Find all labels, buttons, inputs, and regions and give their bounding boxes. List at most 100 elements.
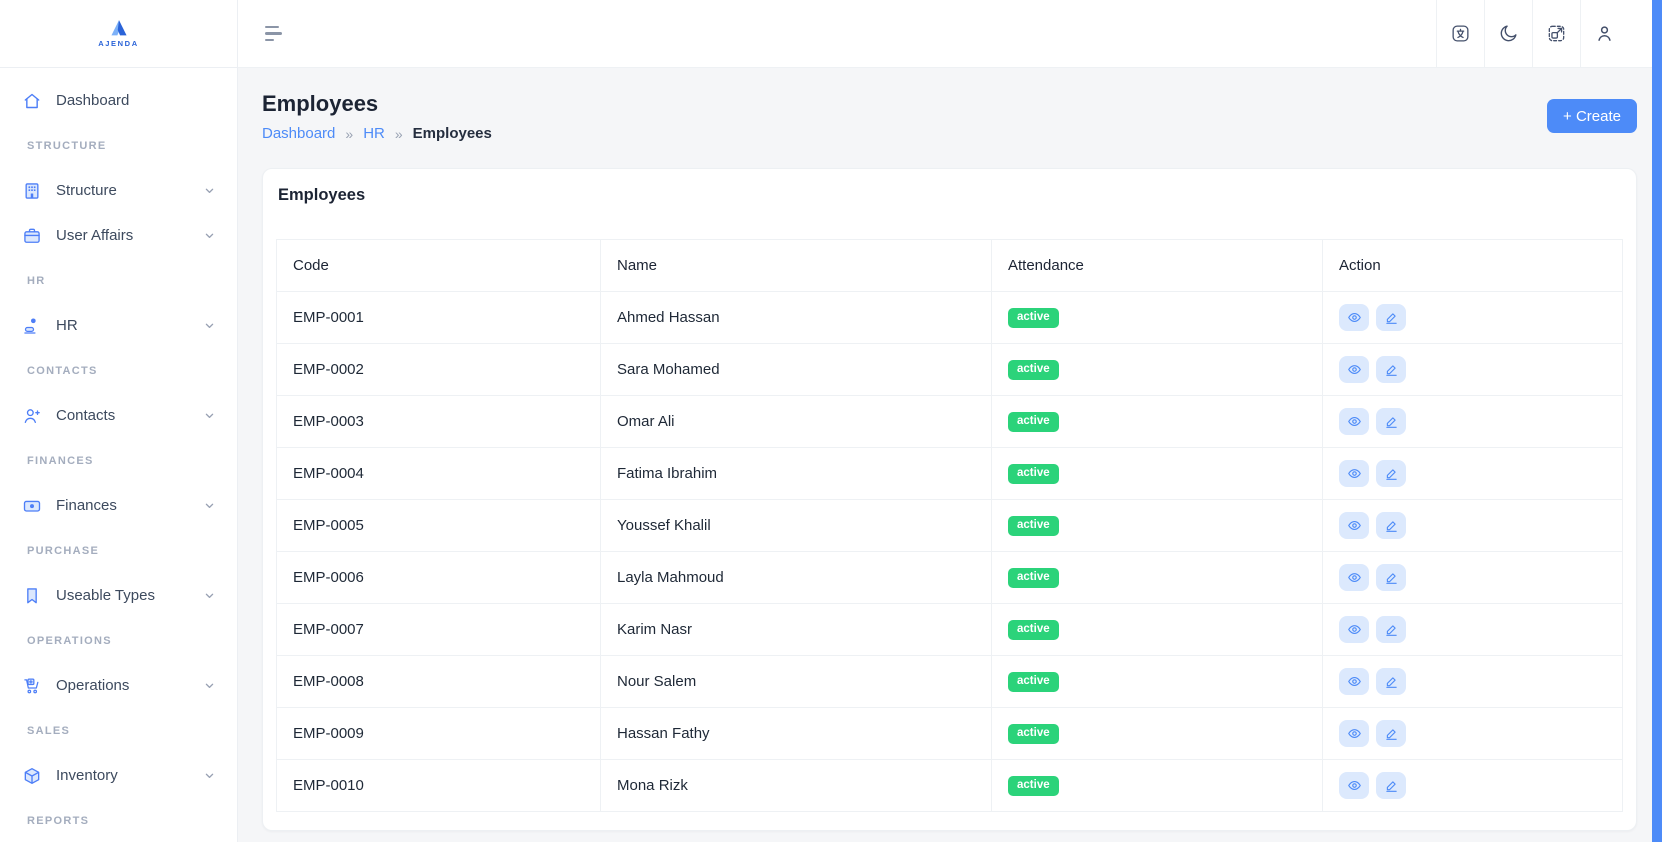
edit-button[interactable]	[1376, 668, 1406, 695]
menu-toggle-button[interactable]	[265, 25, 282, 42]
expand-icon	[1546, 23, 1567, 44]
edit-button[interactable]	[1376, 616, 1406, 643]
sidebar: AJENDA Dashboard STRUCTURE Structure Use…	[0, 0, 238, 842]
cell-action	[1322, 447, 1623, 500]
edit-button[interactable]	[1376, 460, 1406, 487]
cell-name: Omar Ali	[600, 395, 992, 448]
cell-attendance: active	[991, 759, 1323, 812]
user-button[interactable]	[1580, 0, 1628, 67]
cell-action	[1322, 343, 1623, 396]
cell-attendance: active	[991, 603, 1323, 656]
eye-icon	[1347, 310, 1362, 325]
view-button[interactable]	[1339, 304, 1369, 331]
column-header-name: Name	[600, 239, 992, 292]
sidebar-item-contacts[interactable]: Contacts	[0, 393, 237, 438]
edit-button[interactable]	[1376, 772, 1406, 799]
eye-icon	[1347, 622, 1362, 637]
person-desk-icon	[22, 316, 42, 336]
brand-logo[interactable]: AJENDA	[0, 0, 237, 68]
breadcrumb-current: Employees	[412, 125, 492, 142]
cell-attendance: active	[991, 707, 1323, 760]
translate-button[interactable]	[1436, 0, 1484, 67]
view-button[interactable]	[1339, 408, 1369, 435]
pencil-icon	[1384, 570, 1399, 585]
edit-button[interactable]	[1376, 564, 1406, 591]
view-button[interactable]	[1339, 616, 1369, 643]
cell-name: Nour Salem	[600, 655, 992, 708]
app-root: AJENDA Dashboard STRUCTURE Structure Use…	[0, 0, 1662, 842]
banknote-icon	[22, 496, 42, 516]
cell-action	[1322, 603, 1623, 656]
edit-button[interactable]	[1376, 408, 1406, 435]
table-row: EMP-0002 Sara Mohamed active	[276, 343, 1623, 396]
translate-icon	[1450, 23, 1471, 44]
view-button[interactable]	[1339, 512, 1369, 539]
cell-name: Karim Nasr	[600, 603, 992, 656]
view-button[interactable]	[1339, 356, 1369, 383]
cell-action	[1322, 395, 1623, 448]
view-button[interactable]	[1339, 772, 1369, 799]
expand-button[interactable]	[1532, 0, 1580, 67]
eye-icon	[1347, 778, 1362, 793]
view-button[interactable]	[1339, 668, 1369, 695]
page-header: Employees Dashboard » HR » Employees + C…	[262, 93, 1637, 142]
pencil-icon	[1384, 622, 1399, 637]
moon-button[interactable]	[1484, 0, 1532, 67]
scrollbar[interactable]	[1652, 0, 1662, 842]
chevron-down-icon	[202, 768, 217, 783]
sidebar-item-dashboard[interactable]: Dashboard	[0, 78, 237, 123]
sidebar-item-useable-types[interactable]: Useable Types	[0, 573, 237, 618]
pencil-icon	[1384, 362, 1399, 377]
breadcrumb-link-hr[interactable]: HR	[363, 125, 385, 142]
table-header-row: Code Name Attendance Action	[276, 239, 1623, 292]
sidebar-section-label: STRUCTURE	[27, 139, 107, 152]
brand-triangle-icon	[110, 20, 127, 36]
sidebar-section-label: SALES	[27, 724, 71, 737]
table-row: EMP-0001 Ahmed Hassan active	[276, 291, 1623, 344]
sidebar-item-structure[interactable]: Structure	[0, 168, 237, 213]
sidebar-item-hr[interactable]: HR	[0, 303, 237, 348]
view-button[interactable]	[1339, 564, 1369, 591]
eye-icon	[1347, 466, 1362, 481]
column-header-action: Action	[1322, 239, 1623, 292]
topbar-actions	[1436, 0, 1628, 67]
create-button[interactable]: + Create	[1547, 99, 1637, 133]
page-title: Employees	[262, 91, 379, 116]
edit-button[interactable]	[1376, 304, 1406, 331]
cell-code: EMP-0003	[276, 395, 601, 448]
edit-button[interactable]	[1376, 512, 1406, 539]
chevron-down-icon	[202, 183, 217, 198]
eye-icon	[1347, 518, 1362, 533]
pencil-icon	[1384, 518, 1399, 533]
cell-code: EMP-0009	[276, 707, 601, 760]
edit-button[interactable]	[1376, 356, 1406, 383]
edit-button[interactable]	[1376, 720, 1406, 747]
sidebar-item-finances[interactable]: Finances	[0, 483, 237, 528]
cell-code: EMP-0004	[276, 447, 601, 500]
column-header-code: Code	[276, 239, 601, 292]
status-badge: active	[1008, 724, 1059, 744]
building-icon	[22, 181, 42, 201]
cell-action	[1322, 291, 1623, 344]
breadcrumb: Dashboard » HR » Employees	[262, 125, 492, 142]
status-badge: active	[1008, 776, 1059, 796]
cell-action	[1322, 551, 1623, 604]
status-badge: active	[1008, 568, 1059, 588]
cell-name: Layla Mahmoud	[600, 551, 992, 604]
view-button[interactable]	[1339, 720, 1369, 747]
sidebar-item-inventory[interactable]: Inventory	[0, 753, 237, 798]
employees-table: Code Name Attendance Action EMP-0001 Ahm…	[276, 239, 1623, 812]
status-badge: active	[1008, 672, 1059, 692]
briefcase-icon	[22, 226, 42, 246]
page-title-block: Employees Dashboard » HR » Employees	[262, 91, 492, 143]
eye-icon	[1347, 570, 1362, 585]
cell-attendance: active	[991, 395, 1323, 448]
eye-icon	[1347, 414, 1362, 429]
user-icon	[1594, 23, 1615, 44]
cell-attendance: active	[991, 655, 1323, 708]
sidebar-item-user-affairs[interactable]: User Affairs	[0, 213, 237, 258]
sidebar-item-operations[interactable]: Operations	[0, 663, 237, 708]
breadcrumb-link-dashboard[interactable]: Dashboard	[262, 125, 335, 142]
pencil-icon	[1384, 778, 1399, 793]
view-button[interactable]	[1339, 460, 1369, 487]
